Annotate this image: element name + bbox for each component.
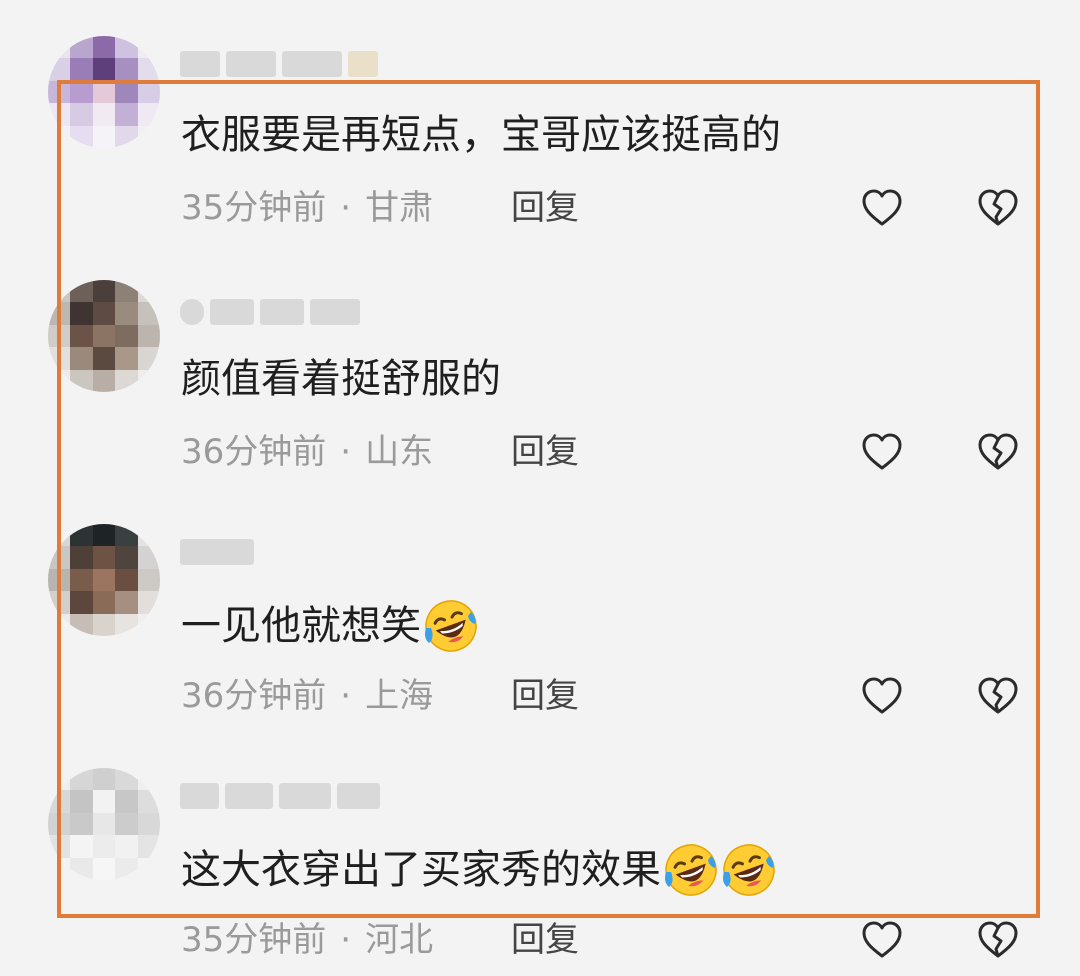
comment-item: 一见他就想笑 36分钟前 · 上海 回复	[0, 488, 1080, 732]
meta-separator: ·	[340, 920, 352, 960]
comment-meta: 36分钟前 · 山东	[181, 430, 433, 474]
comment-time: 35分钟前	[181, 920, 327, 960]
reply-button[interactable]: 回复	[511, 186, 579, 230]
meta-separator: ·	[340, 676, 352, 716]
comment-time: 36分钟前	[181, 676, 327, 716]
comment-location: 山东	[365, 432, 434, 472]
heart-outline-icon[interactable]	[860, 186, 904, 230]
comment-meta: 35分钟前 · 河北	[181, 918, 433, 962]
rolling-on-floor-laughing-emoji	[425, 600, 477, 652]
reply-button[interactable]: 回复	[511, 674, 579, 718]
username-blurred[interactable]	[180, 44, 380, 84]
comment-item: 这大衣穿出了买家秀的效果 35分钟前 · 河北 回复	[0, 732, 1080, 976]
comment-text: 这大衣穿出了买家秀的效果	[181, 842, 777, 898]
heart-outline-icon[interactable]	[860, 674, 904, 718]
comment-text-content: 这大衣穿出了买家秀的效果	[181, 847, 661, 893]
comment-location: 上海	[365, 676, 434, 716]
comment-time: 36分钟前	[181, 432, 327, 472]
username-blurred[interactable]	[180, 292, 380, 332]
comment-text-content: 颜值看着挺舒服的	[181, 356, 501, 402]
comment-location: 甘肃	[365, 188, 434, 228]
comment-text-content: 一见他就想笑	[181, 603, 421, 649]
rolling-on-floor-laughing-emoji	[665, 844, 717, 896]
broken-heart-icon[interactable]	[976, 918, 1020, 962]
rolling-on-floor-laughing-emoji	[723, 844, 775, 896]
comment-meta: 36分钟前 · 上海	[181, 674, 433, 718]
comment-item: 颜值看着挺舒服的 36分钟前 · 山东 回复	[0, 244, 1080, 488]
comment-time: 35分钟前	[181, 188, 327, 228]
heart-outline-icon[interactable]	[860, 430, 904, 474]
comment-text: 颜值看着挺舒服的	[181, 354, 501, 404]
reply-button[interactable]: 回复	[511, 430, 579, 474]
broken-heart-icon[interactable]	[976, 186, 1020, 230]
meta-separator: ·	[340, 432, 352, 472]
avatar[interactable]	[48, 36, 160, 148]
comment-meta: 35分钟前 · 甘肃	[181, 186, 433, 230]
reply-button[interactable]: 回复	[511, 918, 579, 962]
username-blurred[interactable]	[180, 532, 380, 572]
broken-heart-icon[interactable]	[976, 430, 1020, 474]
username-blurred[interactable]	[180, 776, 380, 816]
comment-item: 衣服要是再短点，宝哥应该挺高的 35分钟前 · 甘肃 回复	[0, 0, 1080, 244]
comment-text: 衣服要是再短点，宝哥应该挺高的	[181, 110, 781, 160]
avatar[interactable]	[48, 280, 160, 392]
meta-separator: ·	[340, 188, 352, 228]
comment-text-content: 衣服要是再短点，宝哥应该挺高的	[181, 112, 781, 158]
heart-outline-icon[interactable]	[860, 918, 904, 962]
avatar[interactable]	[48, 524, 160, 636]
avatar[interactable]	[48, 768, 160, 880]
broken-heart-icon[interactable]	[976, 674, 1020, 718]
comment-location: 河北	[365, 920, 434, 960]
comment-text: 一见他就想笑	[181, 598, 479, 654]
